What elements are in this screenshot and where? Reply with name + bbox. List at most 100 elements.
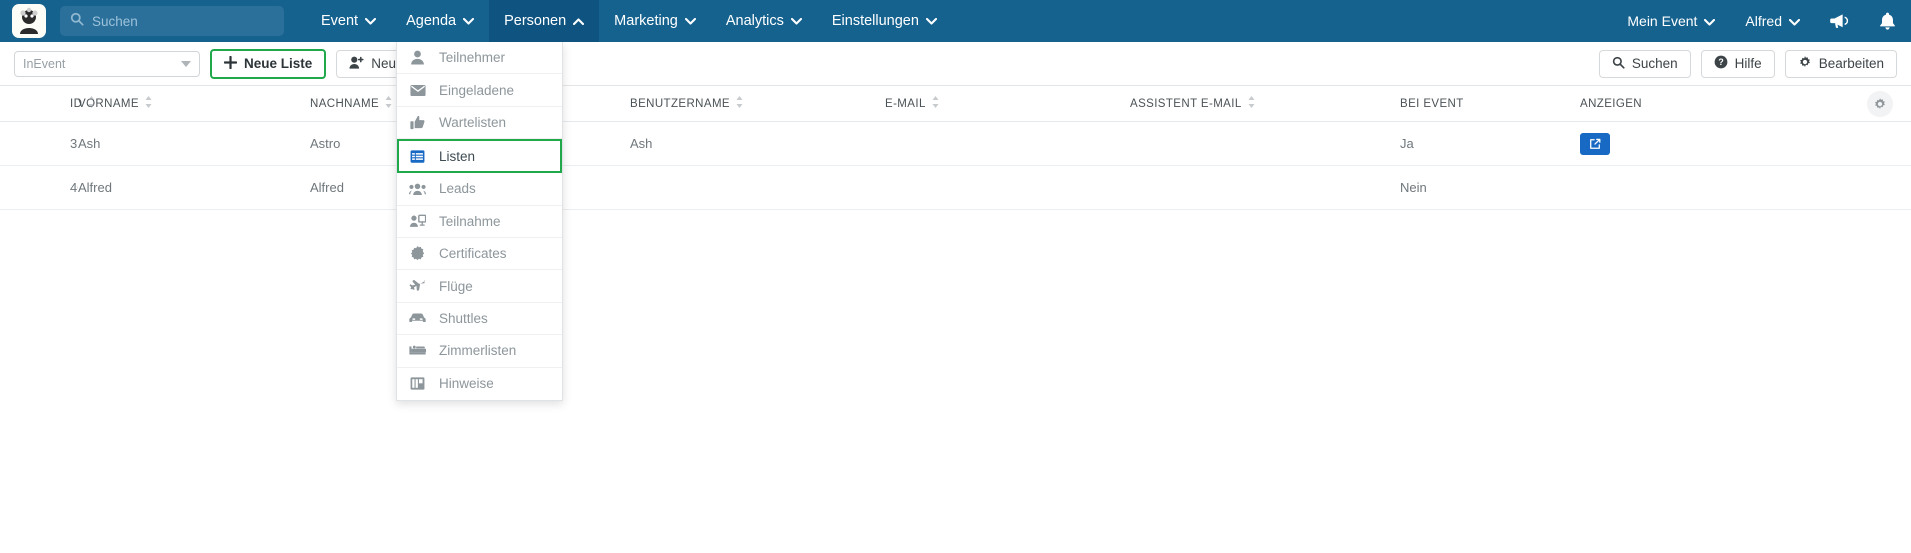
- nav-item-einstellungen[interactable]: Einstellungen: [817, 0, 952, 42]
- sort-icon: [932, 96, 939, 111]
- column-label: BENUTZERNAME: [630, 97, 731, 110]
- menu-item-listen[interactable]: Listen: [397, 139, 562, 174]
- search-icon: [1612, 56, 1625, 72]
- menu-item-wartelisten[interactable]: Wartelisten: [397, 106, 562, 140]
- column-header-email[interactable]: E-MAIL: [885, 96, 1130, 111]
- toolbar-right-actions: Suchen ? Hilfe Bearbeiten: [1589, 49, 1897, 78]
- help-button-label: Hilfe: [1734, 56, 1762, 71]
- column-header-bei-event: BEI EVENT: [1400, 98, 1580, 110]
- chevron-up-icon: [573, 13, 585, 29]
- sort-icon: [88, 96, 95, 111]
- column-header-vorname[interactable]: VORNAME: [78, 96, 310, 111]
- search-button[interactable]: Suchen: [1598, 49, 1691, 78]
- cell-id: 321818: [70, 136, 78, 151]
- presentation-icon: [409, 214, 426, 228]
- search-button-label: Suchen: [1631, 56, 1678, 71]
- certificate-icon: [409, 246, 426, 261]
- column-label: E-MAIL: [885, 97, 926, 110]
- nav-item-event[interactable]: Event: [306, 0, 391, 42]
- list-table-icon: [409, 149, 426, 164]
- chevron-down-icon: [790, 13, 802, 29]
- nav-item-label: Personen: [504, 13, 567, 29]
- sort-icon: [1248, 96, 1255, 111]
- nav-item-personen[interactable]: Personen: [489, 0, 600, 42]
- edit-button[interactable]: Bearbeiten: [1784, 49, 1897, 78]
- secondary-nav: Mein Event Alfred: [1612, 0, 1911, 42]
- cell-vorname: Alfred: [78, 180, 112, 195]
- envelope-icon: [409, 84, 426, 97]
- menu-item-hinweise[interactable]: Hinweise: [397, 367, 562, 400]
- personen-dropdown-menu: Teilnehmer Eingeladene Wartelisten Liste…: [396, 33, 563, 401]
- help-button[interactable]: ? Hilfe: [1700, 49, 1775, 78]
- gear-icon: [1798, 55, 1812, 72]
- thumbs-up-icon: [409, 115, 426, 130]
- menu-item-label: Eingeladene: [439, 82, 515, 98]
- menu-item-label: Certificates: [439, 246, 507, 262]
- company-select[interactable]: InEvent: [14, 50, 200, 77]
- nav-item-user-menu[interactable]: Alfred: [1730, 0, 1815, 42]
- page-toolbar: InEvent Neue Liste Neue Person Suchen: [0, 42, 1911, 86]
- menu-item-eingeladene[interactable]: Eingeladene: [397, 74, 562, 107]
- table-settings-gear-icon[interactable]: [1867, 90, 1893, 117]
- menu-item-label: Flüge: [439, 278, 473, 294]
- chevron-down-icon: [925, 13, 938, 29]
- column-label: VORNAME: [78, 97, 139, 110]
- cell-benutzername: Ash: [630, 136, 653, 151]
- nav-item-label: Mein Event: [1627, 13, 1698, 29]
- column-label: ANZEIGEN: [1580, 97, 1642, 110]
- column-header-assistent-email[interactable]: ASSISTENT E-MAIL: [1130, 96, 1400, 111]
- svg-text:?: ?: [1718, 57, 1723, 67]
- bell-icon[interactable]: [1863, 0, 1911, 42]
- nav-item-marketing[interactable]: Marketing: [599, 0, 711, 42]
- table-row[interactable]: 4054421 Alfred Alfred Nein: [0, 166, 1911, 210]
- user-plus-icon: [349, 56, 364, 72]
- menu-item-teilnehmer[interactable]: Teilnehmer: [397, 42, 562, 75]
- users-group-icon: [409, 182, 426, 196]
- column-header-benutzername[interactable]: BENUTZERNAME: [630, 96, 885, 111]
- primary-nav: Event Agenda Personen Marketing Analytic…: [306, 0, 952, 42]
- global-search[interactable]: [60, 6, 284, 36]
- bed-icon: [409, 344, 426, 357]
- nav-item-mein-event[interactable]: Mein Event: [1612, 0, 1730, 42]
- sort-icon: [385, 96, 392, 111]
- menu-item-zimmerlisten[interactable]: Zimmerlisten: [397, 335, 562, 368]
- column-header-anzeigen: ANZEIGEN: [1580, 98, 1730, 110]
- menu-item-certificates[interactable]: Certificates: [397, 237, 562, 271]
- new-list-button[interactable]: Neue Liste: [210, 48, 327, 79]
- cell-anzeigen: [1580, 132, 1730, 155]
- chevron-down-icon: [1788, 13, 1801, 29]
- column-header-id[interactable]: ID: [0, 96, 95, 111]
- megaphone-icon[interactable]: [1815, 0, 1863, 42]
- chevron-down-icon: [463, 13, 475, 29]
- nav-item-label: Agenda: [406, 13, 457, 29]
- edit-button-label: Bearbeiten: [1818, 56, 1884, 71]
- column-label: ASSISTENT E-MAIL: [1130, 97, 1242, 110]
- nav-item-label: Event: [321, 13, 359, 29]
- external-link-icon[interactable]: [1580, 132, 1610, 155]
- nav-item-label: Marketing: [614, 13, 678, 29]
- airplane-icon: [409, 279, 426, 294]
- menu-item-teilnahme[interactable]: Teilnahme: [397, 205, 562, 238]
- chevron-down-icon: [365, 13, 377, 29]
- cell-vorname: Ash: [78, 136, 101, 151]
- caret-down-icon: [181, 60, 191, 67]
- plus-icon: [223, 55, 238, 72]
- menu-item-label: Zimmerlisten: [439, 343, 517, 359]
- nav-item-analytics[interactable]: Analytics: [711, 0, 817, 42]
- nav-item-label: Alfred: [1745, 13, 1782, 29]
- app-logo-icon[interactable]: [12, 4, 46, 38]
- menu-item-label: Hinweise: [439, 376, 494, 392]
- menu-item-label: Leads: [439, 181, 476, 197]
- menu-item-label: Teilnahme: [439, 213, 501, 229]
- menu-item-fluege[interactable]: Flüge: [397, 270, 562, 303]
- menu-item-leads[interactable]: Leads: [397, 173, 562, 206]
- chevron-down-icon: [1704, 13, 1716, 29]
- table-row[interactable]: 321818 Ash Astro Ash Ja: [0, 122, 1911, 166]
- search-input[interactable]: [92, 13, 274, 29]
- question-circle-icon: ?: [1714, 55, 1728, 72]
- company-select-value: InEvent: [23, 56, 66, 71]
- menu-item-shuttles[interactable]: Shuttles: [397, 302, 562, 336]
- note-board-icon: [409, 376, 426, 391]
- nav-item-agenda[interactable]: Agenda: [391, 0, 489, 42]
- cell-bei-event: Nein: [1400, 180, 1427, 195]
